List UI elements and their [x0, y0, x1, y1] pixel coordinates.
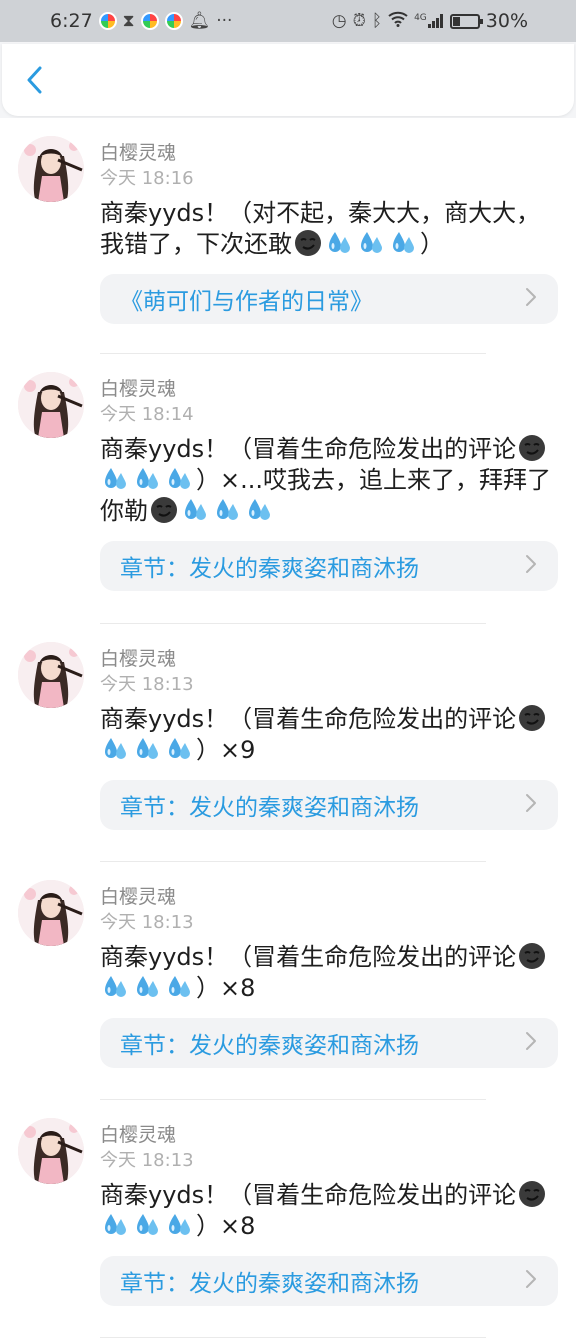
alarm-icon: ⏰︎ — [352, 10, 366, 31]
sweat-emoji-icon — [358, 229, 386, 257]
chevron-right-icon — [524, 1031, 538, 1055]
source-link-text: 章节：发火的秦爽姿和商沐扬 — [120, 1271, 419, 1297]
sweat-emoji-icon — [102, 973, 130, 1001]
comment-item[interactable]: 白樱灵魂 今天 18:13 商秦yyds！（冒着生命危险发出的评论 ）×8 章节：发火的… — [0, 862, 576, 1100]
chevron-right-icon — [524, 1269, 538, 1293]
comment-text: 商秦yyds！（冒着生命危险发出的评论 — [100, 705, 517, 733]
comment-time: 今天 18:13 — [100, 674, 194, 695]
comment-content: 商秦yyds！（冒着生命危险发出的评论）×...哎我去，追上来了，拜拜了你勒 — [100, 434, 558, 527]
avatar[interactable] — [18, 1118, 84, 1184]
comment-text: 商秦yyds！（冒着生命危险发出的评论 — [100, 435, 517, 463]
status-right: ◷ ⏰︎ ᛒ 4G 30% — [332, 10, 528, 32]
comment-item[interactable]: 白樱灵魂 今天 18:13 商秦yyds！（冒着生命危险发出的评论 ）×9 章节：发火的… — [0, 624, 576, 862]
smirk-emoji-icon — [150, 496, 178, 524]
sweat-emoji-icon — [166, 973, 194, 1001]
source-link-button[interactable]: 章节：发火的秦爽姿和商沐扬 — [100, 541, 558, 591]
clock: 6:27 — [50, 10, 93, 32]
battery-level — [452, 16, 460, 26]
source-link-text: 章节：发火的秦爽姿和商沐扬 — [120, 556, 419, 582]
sweat-emoji-icon — [102, 735, 130, 763]
bell-icon: 🔔︎ — [188, 10, 211, 31]
smirk-emoji-icon — [518, 434, 546, 462]
hourglass-icon: ⧗ — [122, 10, 135, 31]
comment-list: 白樱灵魂 今天 18:16 商秦yyds！（对不起，秦大大，商大大，我错了，下次还敢… — [0, 118, 576, 1338]
smirk-emoji-icon — [518, 1180, 546, 1208]
comment-text: ）×8 — [196, 974, 256, 1002]
comment-text: ）×9 — [196, 736, 256, 764]
source-link-button[interactable]: 章节：发火的秦爽姿和商沐扬 — [100, 1018, 558, 1068]
sweat-emoji-icon — [134, 1211, 162, 1239]
sweat-emoji-icon — [134, 735, 162, 763]
app-notification-icon — [98, 12, 117, 30]
sweat-emoji-icon — [390, 229, 418, 257]
source-link-button[interactable]: 章节：发火的秦爽姿和商沐扬 — [100, 1256, 558, 1306]
comment-username[interactable]: 白樱灵魂 — [100, 884, 558, 910]
chevron-right-icon — [524, 793, 538, 817]
comment-username[interactable]: 白樱灵魂 — [100, 1122, 558, 1148]
comment-username[interactable]: 白樱灵魂 — [100, 376, 558, 402]
comment-content: 商秦yyds！（对不起，秦大大，商大大，我错了，下次还敢） — [100, 198, 558, 260]
more-dots-icon: ··· — [216, 10, 233, 31]
comment-item[interactable]: 白樱灵魂 今天 18:14 商秦yyds！（冒着生命危险发出的评论）×...哎我去，… — [0, 354, 576, 624]
comment-username[interactable]: 白樱灵魂 — [100, 646, 558, 672]
source-link-text: 章节：发火的秦爽姿和商沐扬 — [120, 795, 419, 821]
sweat-emoji-icon — [246, 496, 274, 524]
chevron-right-icon — [524, 287, 538, 311]
comment-text: ） — [420, 230, 444, 258]
status-bar: 6:27 ⧗ 🔔︎ ··· ◷ ⏰︎ ᛒ 4G 30% — [0, 0, 576, 42]
top-header — [2, 44, 574, 116]
avatar[interactable] — [18, 372, 84, 438]
comment-time: 今天 18:13 — [100, 912, 194, 933]
sweat-emoji-icon — [102, 465, 130, 493]
back-button[interactable] — [16, 62, 52, 98]
sweat-emoji-icon — [134, 465, 162, 493]
comment-text: 商秦yyds！（冒着生命危险发出的评论 — [100, 943, 517, 971]
chevron-left-icon — [27, 66, 42, 94]
smirk-emoji-icon — [518, 942, 546, 970]
app-notification-icon — [164, 12, 183, 30]
comment-time: 今天 18:14 — [100, 404, 194, 425]
sweat-emoji-icon — [166, 1211, 194, 1239]
comment-text: ）×8 — [196, 1212, 256, 1240]
sweat-emoji-icon — [134, 973, 162, 1001]
battery-icon — [449, 13, 483, 29]
source-link-button[interactable]: 章节：发火的秦爽姿和商沐扬 — [100, 780, 558, 830]
clock-icon: ◷ — [331, 10, 347, 31]
app-notification-icon — [140, 12, 159, 30]
comment-content: 商秦yyds！（冒着生命危险发出的评论 ）×9 — [100, 704, 558, 766]
source-link-button[interactable]: 《萌可们与作者的日常》 — [100, 274, 558, 324]
source-link-text: 《萌可们与作者的日常》 — [120, 289, 373, 315]
comment-content: 商秦yyds！（冒着生命危险发出的评论 ）×8 — [100, 1180, 558, 1242]
source-link-text: 章节：发火的秦爽姿和商沐扬 — [120, 1033, 419, 1059]
network-type-label: 4G — [414, 13, 427, 23]
comment-item[interactable]: 白樱灵魂 今天 18:16 商秦yyds！（对不起，秦大大，商大大，我错了，下次还敢… — [0, 118, 576, 354]
battery-percent: 30% — [485, 10, 528, 32]
smirk-emoji-icon — [518, 704, 546, 732]
status-left: 6:27 ⧗ 🔔︎ ··· — [50, 10, 232, 32]
sweat-emoji-icon — [102, 1211, 130, 1239]
avatar[interactable] — [18, 642, 84, 708]
sweat-emoji-icon — [326, 229, 354, 257]
bluetooth-icon: ᛒ — [371, 10, 383, 31]
smirk-emoji-icon — [294, 229, 322, 257]
avatar[interactable] — [18, 880, 84, 946]
wifi-icon — [388, 11, 408, 31]
comment-item[interactable]: 白樱灵魂 今天 18:13 商秦yyds！（冒着生命危险发出的评论 ）×8 章节：发火的… — [0, 1100, 576, 1338]
sweat-emoji-icon — [214, 496, 242, 524]
sweat-emoji-icon — [166, 735, 194, 763]
comment-time: 今天 18:13 — [100, 1150, 194, 1171]
chevron-right-icon — [524, 554, 538, 578]
signal-icon: 4G — [414, 14, 444, 28]
avatar[interactable] — [18, 136, 84, 202]
sweat-emoji-icon — [166, 465, 194, 493]
sweat-emoji-icon — [182, 496, 210, 524]
comment-content: 商秦yyds！（冒着生命危险发出的评论 ）×8 — [100, 942, 558, 1004]
comment-text: 商秦yyds！（冒着生命危险发出的评论 — [100, 1181, 517, 1209]
comment-username[interactable]: 白樱灵魂 — [100, 140, 558, 166]
comment-time: 今天 18:16 — [100, 168, 194, 189]
